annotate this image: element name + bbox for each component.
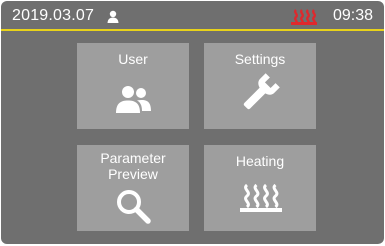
screen-panel — [1, 1, 384, 244]
wrench-icon — [243, 73, 280, 110]
parameter-preview-label-line1: Parameter — [100, 150, 166, 166]
user-button-label: User — [118, 51, 148, 67]
status-date: 2019.03.07 — [12, 7, 95, 24]
heating-button-label: Heating — [235, 153, 285, 169]
user-icon — [107, 10, 119, 23]
users-icon — [116, 86, 151, 113]
parameter-preview-button[interactable]: Parameter Preview — [77, 145, 189, 231]
settings-button[interactable]: Settings — [204, 43, 316, 129]
device-screen: 2019.03.07 09:38 User Settings Parameter… — [0, 0, 385, 246]
search-icon — [117, 190, 151, 224]
settings-button-label: Settings — [234, 51, 286, 67]
heating-status-icon — [291, 9, 317, 25]
heating-button[interactable]: Heating — [204, 145, 316, 231]
user-button[interactable]: User — [77, 43, 189, 129]
status-bar: 2019.03.07 09:38 — [1, 1, 384, 31]
parameter-preview-label-line2: Preview — [108, 166, 158, 182]
heating-icon — [240, 183, 282, 212]
status-time: 09:38 — [333, 7, 374, 24]
